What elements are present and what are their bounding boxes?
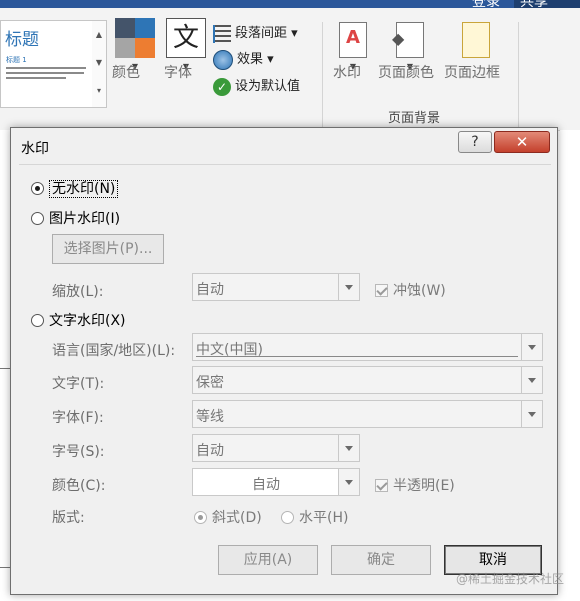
effects-icon (213, 49, 233, 70)
color-combo[interactable]: 自动 (192, 468, 360, 496)
style-set-gallery[interactable]: 标题 标题 1 (0, 20, 94, 108)
language-combo[interactable]: 中文(中国) (192, 333, 543, 361)
checkbox-indicator[interactable] (375, 479, 388, 492)
size-label: 字号(S): (52, 444, 105, 460)
size-combo[interactable]: 自动 (192, 434, 360, 462)
radio-text-watermark[interactable]: 文字水印(X) (31, 310, 126, 330)
ok-button[interactable]: 确定 (331, 545, 431, 575)
share-button[interactable]: 共享 (514, 0, 580, 10)
document-canvas-right[interactable] (560, 130, 580, 601)
style-preview-lines (6, 67, 88, 82)
watermark-icon: A (339, 22, 367, 58)
radio-indicator[interactable] (194, 511, 207, 524)
radio-indicator[interactable] (31, 182, 44, 195)
effects-button[interactable]: 效果 ▾ (213, 48, 274, 70)
layout-label: 版式: (52, 510, 85, 526)
radio-picture-watermark[interactable]: 图片水印(I) (31, 208, 120, 228)
style-preview-title: 标题 (5, 30, 39, 50)
page-background-group-label: 页面背景 (388, 111, 441, 126)
apply-button[interactable]: 应用(A) (218, 545, 318, 575)
colors-icon (115, 18, 155, 58)
color-value: 自动 (252, 477, 280, 493)
ribbon-separator (518, 22, 519, 130)
chevron-down-icon[interactable] (521, 401, 542, 427)
radio-indicator[interactable] (31, 314, 44, 327)
washout-label: 冲蚀(W) (393, 283, 446, 299)
checkbox-indicator[interactable] (375, 284, 388, 297)
font-combo[interactable]: 等线 (192, 400, 543, 428)
watermark-button[interactable]: A 水印 ▼ (333, 22, 373, 81)
text-value: 保密 (196, 375, 224, 391)
radio-indicator[interactable] (31, 212, 44, 225)
ribbon-separator (322, 22, 323, 130)
radio-indicator[interactable] (281, 511, 294, 524)
page-color-icon: ◆ (392, 22, 424, 58)
colors-label: 颜色 (112, 65, 140, 81)
chevron-down-icon[interactable] (338, 274, 359, 300)
help-button[interactable]: ? (458, 131, 492, 153)
style-preview-heading: 标题 1 (6, 56, 27, 64)
fonts-label: 字体 (164, 65, 192, 81)
size-value: 自动 (196, 443, 224, 459)
radio-no-watermark[interactable]: 无水印(N) (31, 178, 119, 198)
radio-horizontal-label: 水平(H) (299, 510, 349, 526)
page-borders-label: 页面边框 (444, 65, 500, 81)
radio-diagonal-label: 斜式(D) (212, 510, 262, 526)
colors-button[interactable]: 颜色 ▼ (112, 18, 158, 81)
washout-checkbox[interactable]: 冲蚀(W) (375, 280, 446, 300)
chevron-down-icon[interactable] (521, 367, 542, 393)
gallery-up-icon[interactable]: ▲ (92, 21, 106, 49)
select-picture-button[interactable]: 选择图片(P)... (52, 234, 164, 264)
language-label: 语言(国家/地区)(L): (52, 343, 176, 359)
scale-value: 自动 (196, 282, 224, 298)
page-borders-icon (462, 22, 490, 58)
paragraph-spacing-label: 段落间距 (235, 26, 288, 41)
page-color-button[interactable]: ◆ 页面颜色 ▼ (378, 22, 442, 81)
close-button[interactable]: ✕ (494, 131, 550, 153)
dialog-body: 无水印(N) 图片水印(I) 选择图片(P)... 缩放(L): 自动 冲蚀(W… (19, 164, 551, 591)
title-bar: 登录 共享 (0, 0, 580, 10)
font-label: 字体(F): (52, 410, 104, 426)
set-as-default-label: 设为默认值 (235, 79, 301, 94)
paragraph-spacing-button[interactable]: 段落间距 ▾ (213, 22, 298, 43)
site-watermark-text: @稀土掘金技术社区 (456, 572, 565, 586)
gallery-down-icon[interactable]: ▼ (92, 49, 106, 77)
font-value: 等线 (196, 409, 224, 425)
close-icon: ✕ (515, 133, 529, 151)
page-borders-button[interactable]: 页面边框 (444, 22, 508, 81)
gallery-more-icon[interactable]: ▾ (92, 77, 106, 105)
chevron-down-icon[interactable] (521, 334, 542, 360)
set-as-default-button[interactable]: ✓ 设为默认值 (213, 75, 300, 96)
language-underline (196, 356, 518, 357)
radio-horizontal[interactable]: 水平(H) (281, 507, 348, 527)
radio-no-watermark-label: 无水印(N) (49, 180, 119, 198)
page-color-label: 页面颜色 (378, 65, 434, 81)
ribbon-design-tab: 标题 标题 1 ▲ ▼ ▾ 颜色 ▼ 文 字体 ▼ 段落间距 ▾ 效果 ▾ ✓ 设… (0, 8, 580, 131)
dialog-title: 水印 (21, 141, 49, 157)
semitransparent-checkbox[interactable]: 半透明(E) (375, 475, 455, 495)
radio-picture-watermark-label: 图片水印(I) (49, 211, 121, 227)
text-combo[interactable]: 保密 (192, 366, 543, 394)
chevron-down-icon[interactable] (338, 469, 359, 495)
watermark-label: 水印 (333, 65, 361, 81)
radio-text-watermark-label: 文字水印(X) (49, 313, 126, 329)
semitransparent-label: 半透明(E) (393, 478, 455, 494)
radio-diagonal[interactable]: 斜式(D) (194, 507, 262, 527)
chevron-down-icon[interactable] (338, 435, 359, 461)
paragraph-spacing-icon (213, 24, 231, 43)
effects-label: 效果 (237, 52, 264, 67)
watermark-dialog: 水印 ? ✕ 无水印(N) 图片水印(I) 选择图片(P)... 缩放(L): … (10, 127, 558, 595)
text-label: 文字(T): (52, 376, 105, 392)
help-icon: ? (471, 134, 479, 150)
scale-combo[interactable]: 自动 (192, 273, 360, 301)
color-label: 颜色(C): (52, 478, 106, 494)
check-circle-icon: ✓ (213, 77, 231, 96)
scale-label: 缩放(L): (52, 284, 104, 300)
fonts-icon: 文 (166, 18, 206, 58)
gallery-scroll[interactable]: ▲ ▼ ▾ (92, 20, 107, 108)
fonts-button[interactable]: 文 字体 ▼ (164, 18, 208, 81)
